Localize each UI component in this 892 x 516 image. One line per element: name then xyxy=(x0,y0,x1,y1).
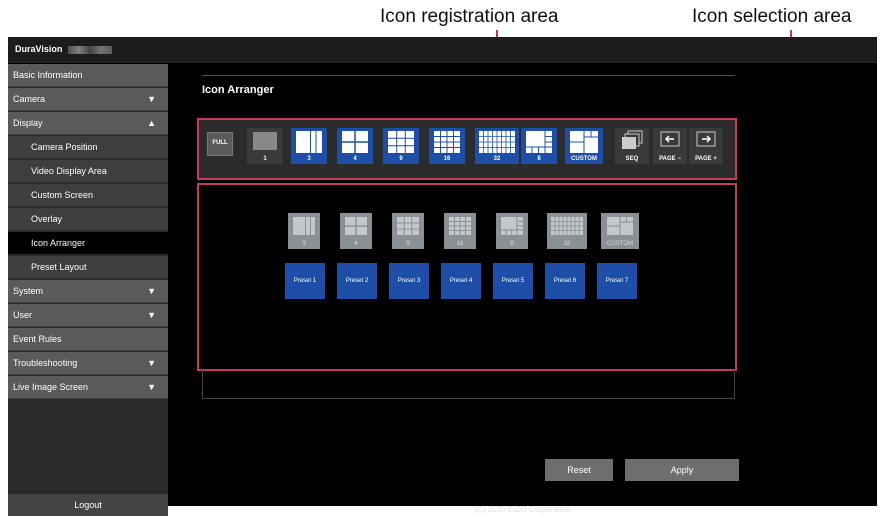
full-icon[interactable]: FULL xyxy=(207,132,233,156)
sidebar-item-label: System xyxy=(13,286,44,296)
layout-8-label: 8 xyxy=(510,241,514,247)
page-prev-icon[interactable]: PAGE − xyxy=(653,128,687,164)
layout-16-label: 16 xyxy=(456,241,464,247)
sidebar-item-overlay[interactable]: Overlay xyxy=(8,208,168,231)
preset-5-button[interactable]: Preset 5 xyxy=(493,263,533,299)
sidebar-item-user[interactable]: User ▼ xyxy=(8,304,168,327)
page-next-icon[interactable]: PAGE + xyxy=(689,128,723,164)
layout-8-icon[interactable]: 8 xyxy=(521,128,557,164)
layout-4-icon[interactable]: 4 xyxy=(340,213,372,249)
layout-16-icon[interactable]: 16 xyxy=(444,213,476,249)
logout-button[interactable]: Logout xyxy=(8,494,168,516)
divider xyxy=(202,75,735,76)
sidebar-item-label: Icon Arranger xyxy=(31,238,86,248)
sidebar-item-label: Troubleshooting xyxy=(13,358,78,368)
preset-7-button[interactable]: Preset 7 xyxy=(597,263,637,299)
brand-logo: DuraVision xyxy=(15,44,63,54)
page-title: Icon Arranger xyxy=(202,84,274,96)
sidebar-item-troubleshooting[interactable]: Troubleshooting ▼ xyxy=(8,352,168,375)
sidebar-item-label: Live Image Screen xyxy=(13,382,89,392)
layout-custom-label: CUSTOM xyxy=(571,156,597,162)
sidebar-item-camera-position[interactable]: Camera Position xyxy=(8,136,168,159)
chevron-down-icon: ▼ xyxy=(147,94,156,104)
layout-1-label: 1 xyxy=(263,156,267,162)
sidebar-item-icon-arranger[interactable]: Icon Arranger xyxy=(8,232,168,255)
callout-registration-area: Icon registration area xyxy=(380,6,559,27)
layout-3-icon[interactable]: 3 xyxy=(291,128,327,164)
sidebar-item-label: Preset Layout xyxy=(31,262,87,272)
sidebar-item-event-rules[interactable]: Event Rules xyxy=(8,328,168,351)
sidebar-item-display[interactable]: Display ▲ xyxy=(8,112,168,135)
sidebar-item-label: User xyxy=(13,310,33,320)
sidebar-item-preset-layout[interactable]: Preset Layout xyxy=(8,256,168,279)
sidebar-item-label: Basic Information xyxy=(13,70,83,80)
layout-3-icon[interactable]: 3 xyxy=(288,213,320,249)
layout-3-label: 3 xyxy=(307,156,311,162)
sequence-label: SEQ xyxy=(625,156,639,162)
apply-button[interactable]: Apply xyxy=(625,459,739,481)
preset-2-button[interactable]: Preset 2 xyxy=(337,263,377,299)
main-content: Icon Arranger FULL 1 3 4 9 16 32 8 CUSTO… xyxy=(168,64,877,514)
sidebar-item-camera[interactable]: Camera ▼ xyxy=(8,88,168,111)
icon-selection-area: 3 4 9 16 8 32 CUSTOM Preset 1 Preset 2 P… xyxy=(197,183,737,371)
sidebar-item-label: Display xyxy=(13,118,43,128)
callout-selection-area: Icon selection area xyxy=(692,6,852,27)
sequence-icon[interactable]: SEQ xyxy=(615,128,649,164)
layout-9-label: 9 xyxy=(406,241,410,247)
brand-model-blurred xyxy=(68,46,112,54)
preset-4-button[interactable]: Preset 4 xyxy=(441,263,481,299)
sidebar-item-video-display-area[interactable]: Video Display Area xyxy=(8,160,168,183)
full-label: FULL xyxy=(212,140,228,146)
layout-3-label: 3 xyxy=(302,241,306,247)
bottom-panel xyxy=(202,369,735,399)
layout-32-label: 32 xyxy=(563,241,571,247)
layout-9-icon[interactable]: 9 xyxy=(392,213,424,249)
layout-4-label: 4 xyxy=(353,156,357,162)
layout-1-icon[interactable]: 1 xyxy=(247,128,283,164)
sidebar-item-system[interactable]: System ▼ xyxy=(8,280,168,303)
copyright-text: (C) 2025 EIZO Corporation xyxy=(474,505,571,514)
page-prev-label: PAGE − xyxy=(659,156,681,162)
sidebar-item-label: Camera Position xyxy=(31,142,98,152)
layout-16-label: 16 xyxy=(443,156,451,162)
layout-32-icon[interactable]: 32 xyxy=(475,128,519,164)
chevron-down-icon: ▼ xyxy=(147,286,156,296)
layout-9-icon[interactable]: 9 xyxy=(383,128,419,164)
sidebar-item-label: Video Display Area xyxy=(31,166,107,176)
sidebar: Basic Information Camera ▼ Display ▲ Camer… xyxy=(8,64,168,516)
sidebar-item-label: Overlay xyxy=(31,214,63,224)
preset-6-button[interactable]: Preset 6 xyxy=(545,263,585,299)
sidebar-item-basic-information[interactable]: Basic Information xyxy=(8,64,168,87)
sidebar-item-label: Camera xyxy=(13,94,46,104)
chevron-down-icon: ▼ xyxy=(147,358,156,368)
preset-3-button[interactable]: Preset 3 xyxy=(389,263,429,299)
layout-8-icon[interactable]: 8 xyxy=(496,213,528,249)
sidebar-item-live-image-screen[interactable]: Live Image Screen ▼ xyxy=(8,376,168,399)
sidebar-item-label: Event Rules xyxy=(13,334,62,344)
layout-9-label: 9 xyxy=(399,156,403,162)
chevron-up-icon: ▲ xyxy=(147,118,156,128)
layout-32-icon[interactable]: 32 xyxy=(547,213,587,249)
chevron-down-icon: ▼ xyxy=(147,382,156,392)
layout-8-label: 8 xyxy=(537,156,541,162)
icon-registration-area: FULL 1 3 4 9 16 32 8 CUSTOM SEQ PAGE − P… xyxy=(197,118,737,180)
layout-custom-label: CUSTOM xyxy=(607,241,633,247)
sidebar-item-label: Custom Screen xyxy=(31,190,94,200)
page-next-label: PAGE + xyxy=(695,156,717,162)
top-bar: DuraVision xyxy=(8,37,877,63)
layout-4-icon[interactable]: 4 xyxy=(337,128,373,164)
chevron-down-icon: ▼ xyxy=(147,310,156,320)
preset-1-button[interactable]: Preset 1 xyxy=(285,263,325,299)
sidebar-item-custom-screen[interactable]: Custom Screen xyxy=(8,184,168,207)
layout-4-label: 4 xyxy=(354,241,358,247)
layout-custom-icon[interactable]: CUSTOM xyxy=(601,213,639,249)
app-window: DuraVision Basic Information Camera ▼ Dis… xyxy=(8,37,877,516)
layout-32-label: 32 xyxy=(493,156,501,162)
layout-custom-icon[interactable]: CUSTOM xyxy=(565,128,603,164)
layout-16-icon[interactable]: 16 xyxy=(429,128,465,164)
reset-button[interactable]: Reset xyxy=(545,459,613,481)
